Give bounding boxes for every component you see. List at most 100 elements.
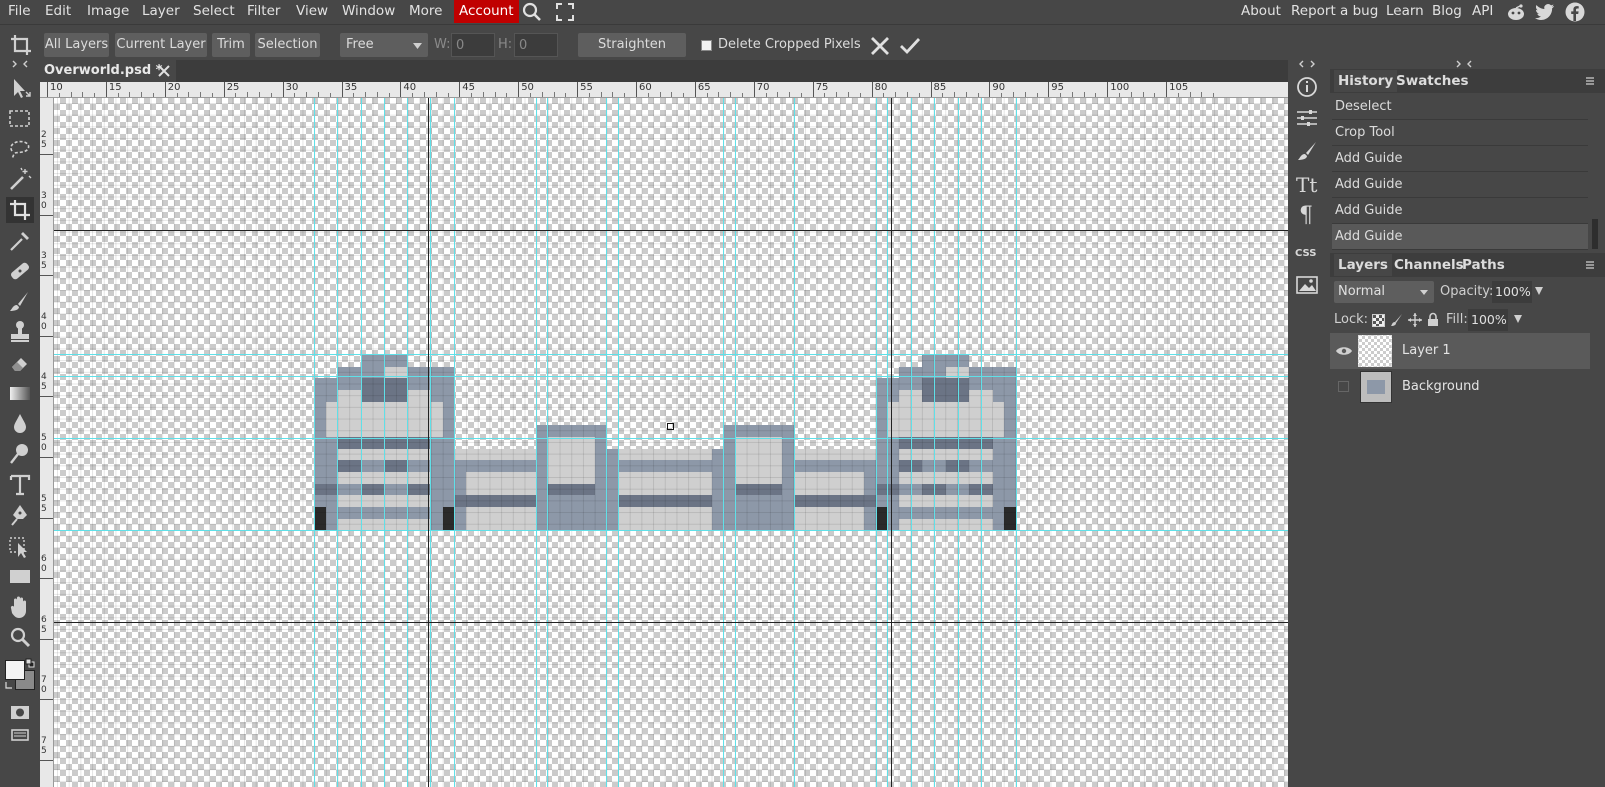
default-colors-icon[interactable] — [25, 658, 35, 668]
all-layers-button[interactable]: All Layers — [44, 33, 109, 57]
collapse-arrows-icon[interactable] — [12, 60, 28, 68]
move-tool[interactable] — [6, 76, 34, 102]
menu-edit[interactable]: Edit — [45, 0, 71, 24]
marquee-tool[interactable] — [6, 106, 34, 132]
about-link[interactable]: About — [1241, 0, 1281, 24]
close-tab-icon[interactable] — [158, 65, 170, 77]
width-field[interactable]: 0 — [451, 33, 495, 57]
path-select-tool[interactable] — [6, 533, 34, 559]
account-button[interactable]: Account — [454, 0, 519, 23]
gradient-tool[interactable] — [6, 380, 34, 406]
fill-field[interactable]: 100% — [1468, 309, 1508, 331]
api-link[interactable]: API — [1472, 0, 1493, 24]
lock-pixels-icon[interactable] — [1390, 313, 1404, 327]
height-field[interactable]: 0 — [514, 33, 558, 57]
shape-tool[interactable] — [6, 563, 34, 589]
commit-crop-icon[interactable] — [899, 36, 921, 56]
history-item-current[interactable]: Add Guide — [1332, 224, 1588, 250]
color-swatches[interactable] — [4, 658, 36, 692]
brush-tool[interactable] — [6, 289, 34, 315]
fullscreen-icon[interactable] — [556, 3, 574, 21]
character-icon[interactable]: Tt — [1296, 173, 1317, 197]
dodge-tool[interactable] — [6, 441, 34, 467]
reddit-icon[interactable] — [1506, 3, 1526, 21]
delete-cropped-checkbox[interactable] — [701, 40, 712, 51]
document-tab[interactable]: Overworld.psd * — [40, 60, 176, 82]
trim-button[interactable]: Trim — [212, 33, 250, 57]
quick-mask-button[interactable] — [6, 699, 34, 725]
opacity-dropdown-icon[interactable] — [1535, 287, 1543, 295]
tab-layers[interactable]: Layers — [1334, 254, 1392, 276]
opacity-field[interactable]: 100% — [1492, 281, 1532, 303]
history-item[interactable]: Crop Tool — [1332, 120, 1588, 146]
stamp-tool[interactable] — [6, 319, 34, 345]
selection-button[interactable]: Selection — [255, 33, 320, 57]
tab-paths[interactable]: Paths — [1458, 254, 1509, 276]
menu-window[interactable]: Window — [342, 0, 395, 24]
image-icon[interactable] — [1296, 275, 1318, 295]
lasso-tool[interactable] — [6, 137, 34, 163]
panel-menu-icon[interactable] — [1585, 261, 1595, 271]
ratio-dropdown[interactable]: Free — [340, 33, 428, 57]
magic-wand-tool[interactable] — [6, 167, 34, 193]
tab-swatches[interactable]: Swatches — [1392, 70, 1473, 92]
menu-image[interactable]: Image — [87, 0, 129, 24]
zoom-tool[interactable] — [6, 624, 34, 650]
pen-tool[interactable] — [6, 502, 34, 528]
paragraph-icon[interactable]: ¶ — [1299, 204, 1313, 228]
eyedropper-tool[interactable] — [6, 228, 34, 254]
history-scrollbar[interactable] — [1592, 219, 1598, 249]
menu-filter[interactable]: Filter — [247, 0, 280, 24]
menu-file[interactable]: File — [8, 0, 31, 24]
history-item[interactable]: Add Guide — [1332, 172, 1588, 198]
foreground-color-swatch[interactable] — [5, 660, 25, 680]
blog-link[interactable]: Blog — [1432, 0, 1462, 24]
cancel-crop-icon[interactable] — [870, 36, 890, 56]
swap-colors-icon[interactable] — [4, 680, 14, 690]
css-icon[interactable]: CSS — [1295, 248, 1316, 259]
type-tool[interactable] — [6, 472, 34, 498]
guide-line-vertical — [407, 98, 408, 787]
blur-tool[interactable] — [6, 411, 34, 437]
tab-channels[interactable]: Channels — [1390, 254, 1468, 276]
fill-dropdown-icon[interactable] — [1514, 315, 1522, 323]
layer-row-background[interactable]: Background — [1330, 369, 1590, 405]
menu-view[interactable]: View — [296, 0, 328, 24]
lock-transparency-icon[interactable] — [1372, 314, 1385, 327]
history-item[interactable]: Add Guide — [1332, 198, 1588, 224]
brush-settings-icon[interactable] — [1296, 140, 1318, 162]
menu-select[interactable]: Select — [193, 0, 235, 24]
healing-tool[interactable] — [6, 258, 34, 284]
image-canvas[interactable] — [54, 98, 1288, 787]
tab-history[interactable]: History — [1334, 70, 1398, 92]
screen-mode-button[interactable] — [6, 724, 34, 750]
straighten-layer-button[interactable]: Straighten Layer — [578, 33, 686, 76]
eraser-tool[interactable] — [6, 350, 34, 376]
layer-name[interactable]: Layer 1 — [1402, 333, 1451, 369]
info-icon[interactable] — [1296, 76, 1318, 98]
crop-tool[interactable] — [6, 197, 34, 223]
expand-arrows-icon[interactable] — [1297, 60, 1317, 68]
visibility-toggle-off[interactable] — [1338, 381, 1349, 392]
hand-tool[interactable] — [6, 594, 34, 620]
adjustments-icon[interactable] — [1296, 108, 1318, 128]
visibility-eye-icon[interactable] — [1336, 346, 1352, 356]
search-icon[interactable] — [522, 2, 542, 22]
lock-all-icon[interactable] — [1427, 312, 1439, 327]
report-bug-link[interactable]: Report a bug — [1291, 0, 1378, 24]
layer-row-layer-1[interactable]: Layer 1 — [1330, 333, 1590, 369]
lock-position-icon[interactable] — [1408, 313, 1422, 327]
learn-link[interactable]: Learn — [1386, 0, 1424, 24]
menu-more[interactable]: More — [409, 0, 442, 24]
collapse-panel-icon[interactable] — [1454, 60, 1474, 68]
twitter-icon[interactable] — [1535, 3, 1555, 21]
panel-menu-icon[interactable] — [1585, 77, 1595, 87]
history-item[interactable]: Add Guide — [1332, 146, 1588, 172]
history-item[interactable]: Deselect — [1332, 94, 1588, 120]
blend-mode-dropdown[interactable]: Normal — [1334, 281, 1434, 303]
layer-name[interactable]: Background — [1402, 369, 1480, 405]
facebook-icon[interactable] — [1565, 2, 1585, 22]
guide-line-horizontal — [54, 530, 1288, 531]
menu-layer[interactable]: Layer — [142, 0, 180, 24]
current-layer-button[interactable]: Current Layer — [115, 33, 207, 57]
